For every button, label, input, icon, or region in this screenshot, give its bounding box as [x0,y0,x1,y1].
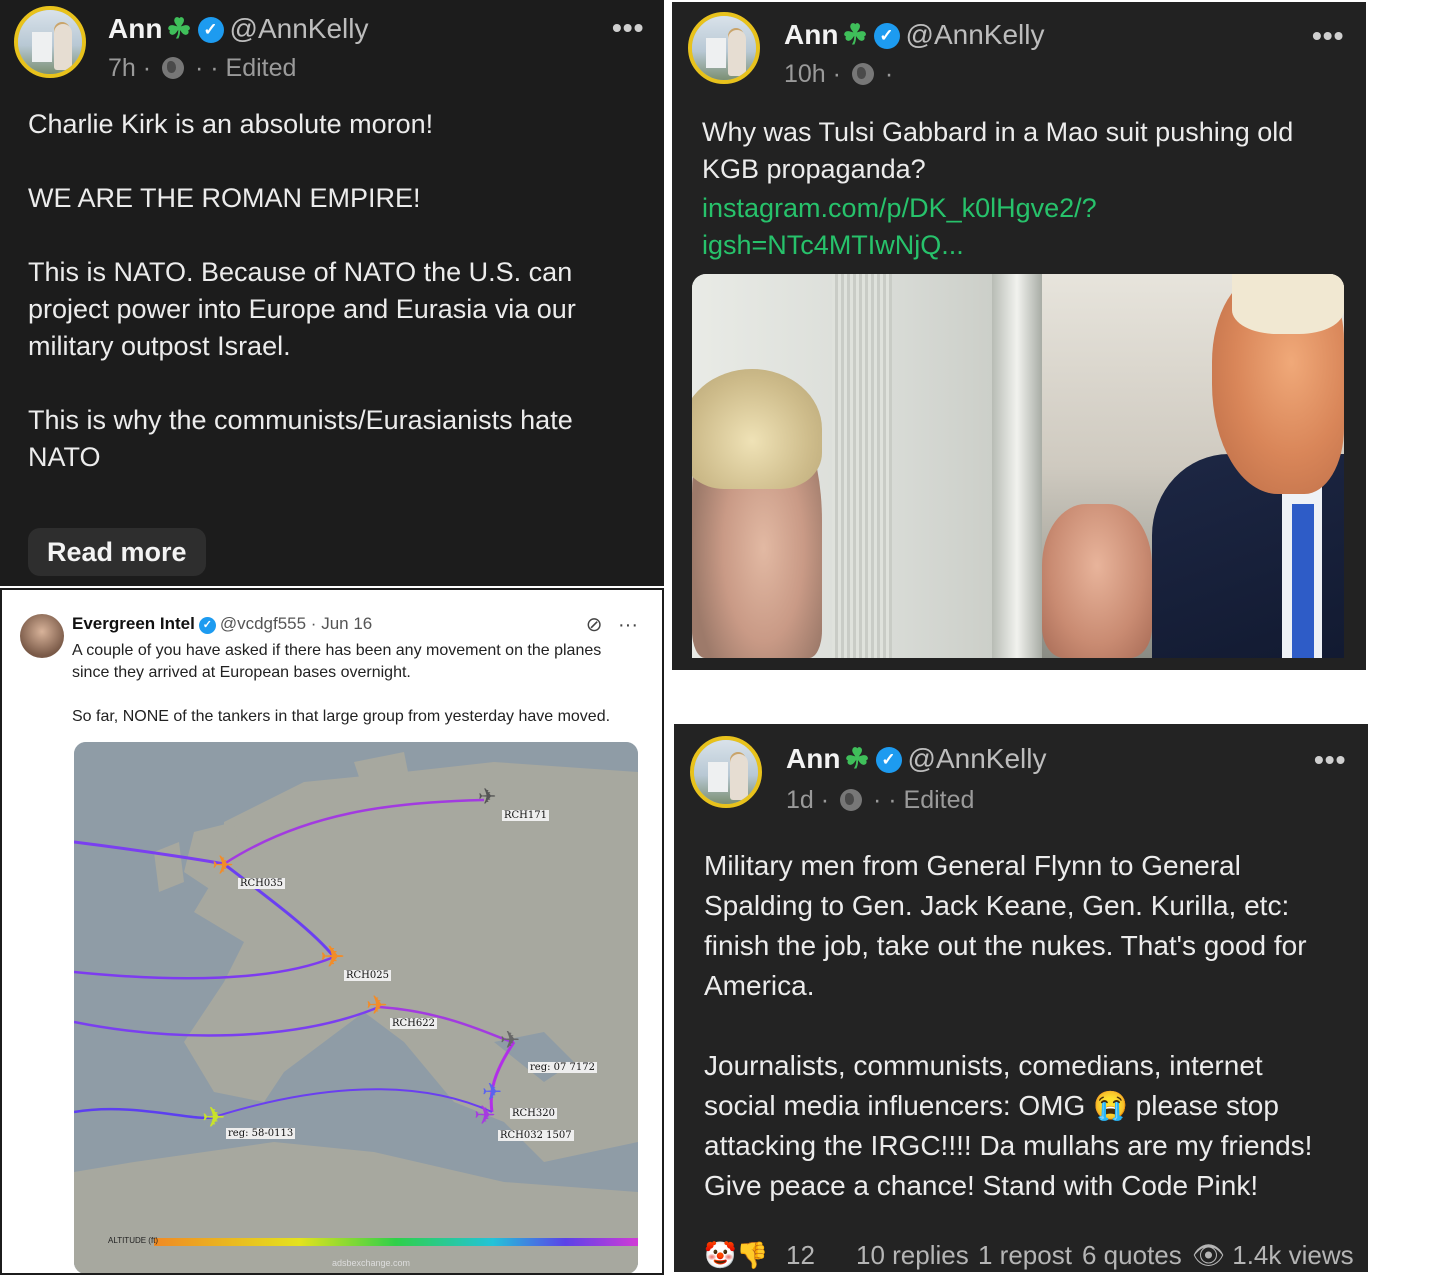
map-label: RCH171 [502,810,549,821]
post-time[interactable]: 10h [784,60,826,88]
avatar[interactable] [688,12,760,84]
avatar[interactable] [690,736,762,808]
author-handle[interactable]: @AnnKelly [908,743,1047,774]
tweet-text-line-1: A couple of you have asked if there has … [72,642,602,659]
author-line: Ann ☘ ✓ @AnnKelly [786,742,1046,775]
flight-map-image[interactable]: ✈ ✈ ✈ ✈ ✈ ✈ ✈ ✈ RCH171 RCH035 RCH025 RCH… [74,742,638,1273]
author-name[interactable]: Ann [784,19,838,50]
tweet-handle-date[interactable]: @vcdgf555 · Jun 16 [220,614,372,633]
post-card-2[interactable]: Ann ☘ ✓ @AnnKelly 10h · · ••• Why was Tulsi… [672,2,1366,670]
svg-text:✈: ✈ [320,941,345,974]
verified-icon: ✓ [873,23,900,49]
views-stat[interactable]: 👁 1.4k views [1192,1240,1354,1271]
edited-label: · Edited [888,786,975,814]
more-options-icon[interactable]: ••• [1312,20,1344,52]
svg-text:✈: ✈ [474,1100,496,1130]
author-name[interactable]: Ann [108,13,162,44]
post-text: Charlie Kirk is an absolute moron! WE AR… [28,109,576,472]
tweet-author-name[interactable]: Evergreen Intel [72,614,195,633]
clover-icon: ☘ [842,19,868,50]
grok-icon[interactable]: ⊘ [586,614,603,636]
reaction-emoji: 🤡👎 [704,1240,769,1270]
globe-icon [840,789,863,811]
post-meta: 10h · · [784,60,894,88]
clover-icon: ☘ [844,743,870,774]
more-options-icon[interactable]: ••• [612,12,644,44]
map-label: RCH320 [510,1108,557,1119]
post-card-1[interactable]: Ann ☘ ✓ @AnnKelly 7h · · · Edited ••• Charl… [0,0,664,586]
views-count: 1.4k views [1232,1240,1354,1270]
author-handle[interactable]: @AnnKelly [230,13,369,44]
map-source: adsbexchange.com [332,1258,411,1268]
verified-icon: ✓ [875,747,902,773]
svg-text:✈: ✈ [366,990,388,1020]
read-more-button[interactable]: Read more [28,528,206,576]
more-options-icon[interactable]: ··· [618,614,638,636]
post-image[interactable] [692,274,1344,658]
altitude-legend-label: ALTITUDE (ft) [108,1236,159,1245]
author-handle[interactable]: @AnnKelly [906,19,1045,50]
author-line: Ann ☘ ✓ @AnnKelly [108,12,368,45]
map-label: RCH032 1507 [498,1130,574,1141]
tweet-text-line-2: since they arrived at European bases ove… [72,664,411,681]
reaction-count: 12 [785,1240,815,1270]
map-label: RCH035 [238,878,285,889]
tweet-actions: ⊘ ··· [586,612,638,637]
reactions[interactable]: 🤡👎 12 [704,1240,815,1271]
more-options-icon[interactable]: ••• [1314,744,1346,776]
svg-text:✈: ✈ [500,1027,520,1054]
reposts-count[interactable]: 1 repost [978,1240,1072,1271]
text-fade [0,492,664,522]
clover-icon: ☘ [166,13,192,44]
tweet-text-line-3: So far, NONE of the tankers in that larg… [72,708,611,725]
post-meta: 7h · · · Edited [108,54,297,82]
edited-label: · Edited [210,54,297,82]
replies-count[interactable]: 10 replies [856,1240,969,1271]
globe-icon [851,63,874,85]
verified-icon: ✓ [198,617,216,634]
post-time[interactable]: 1d [786,786,814,814]
post-text: Why was Tulsi Gabbard in a Mao suit push… [702,117,1294,184]
embedded-tweet[interactable]: Evergreen Intel ✓ @vcdgf555 · Jun 16 ⊘ ···… [0,588,664,1275]
post-meta: 1d · · · Edited [786,786,975,814]
flight-map-svg: ✈ ✈ ✈ ✈ ✈ ✈ ✈ ✈ [74,742,638,1273]
svg-text:✈: ✈ [202,1102,225,1133]
post-text: Military men from General Flynn to Gener… [704,850,1313,1201]
map-label: reg: 58-0113 [226,1128,296,1139]
author-line: Ann ☘ ✓ @AnnKelly [784,18,1044,51]
map-label: reg: 07 7172 [528,1062,597,1073]
svg-text:✈: ✈ [212,850,234,880]
verified-icon: ✓ [197,17,224,43]
globe-icon [162,57,185,79]
post-card-3[interactable]: Ann ☘ ✓ @AnnKelly 1d · · · Edited ••• Milit… [674,724,1368,1272]
quotes-count[interactable]: 6 quotes [1082,1240,1182,1271]
post-time[interactable]: 7h [108,54,136,82]
author-name[interactable]: Ann [786,743,840,774]
map-label: RCH622 [390,1018,437,1029]
tweet-avatar[interactable] [20,614,64,658]
avatar[interactable] [14,6,86,78]
svg-text:✈: ✈ [478,784,496,809]
eye-icon: 👁 [1192,1240,1226,1270]
tweet-author-line: Evergreen Intel ✓ @vcdgf555 · Jun 16 [72,614,372,634]
map-label: RCH025 [344,970,391,981]
post-link[interactable]: instagram.com/p/DK_k0lHgve2/? igsh=NTc4M… [702,190,1352,264]
